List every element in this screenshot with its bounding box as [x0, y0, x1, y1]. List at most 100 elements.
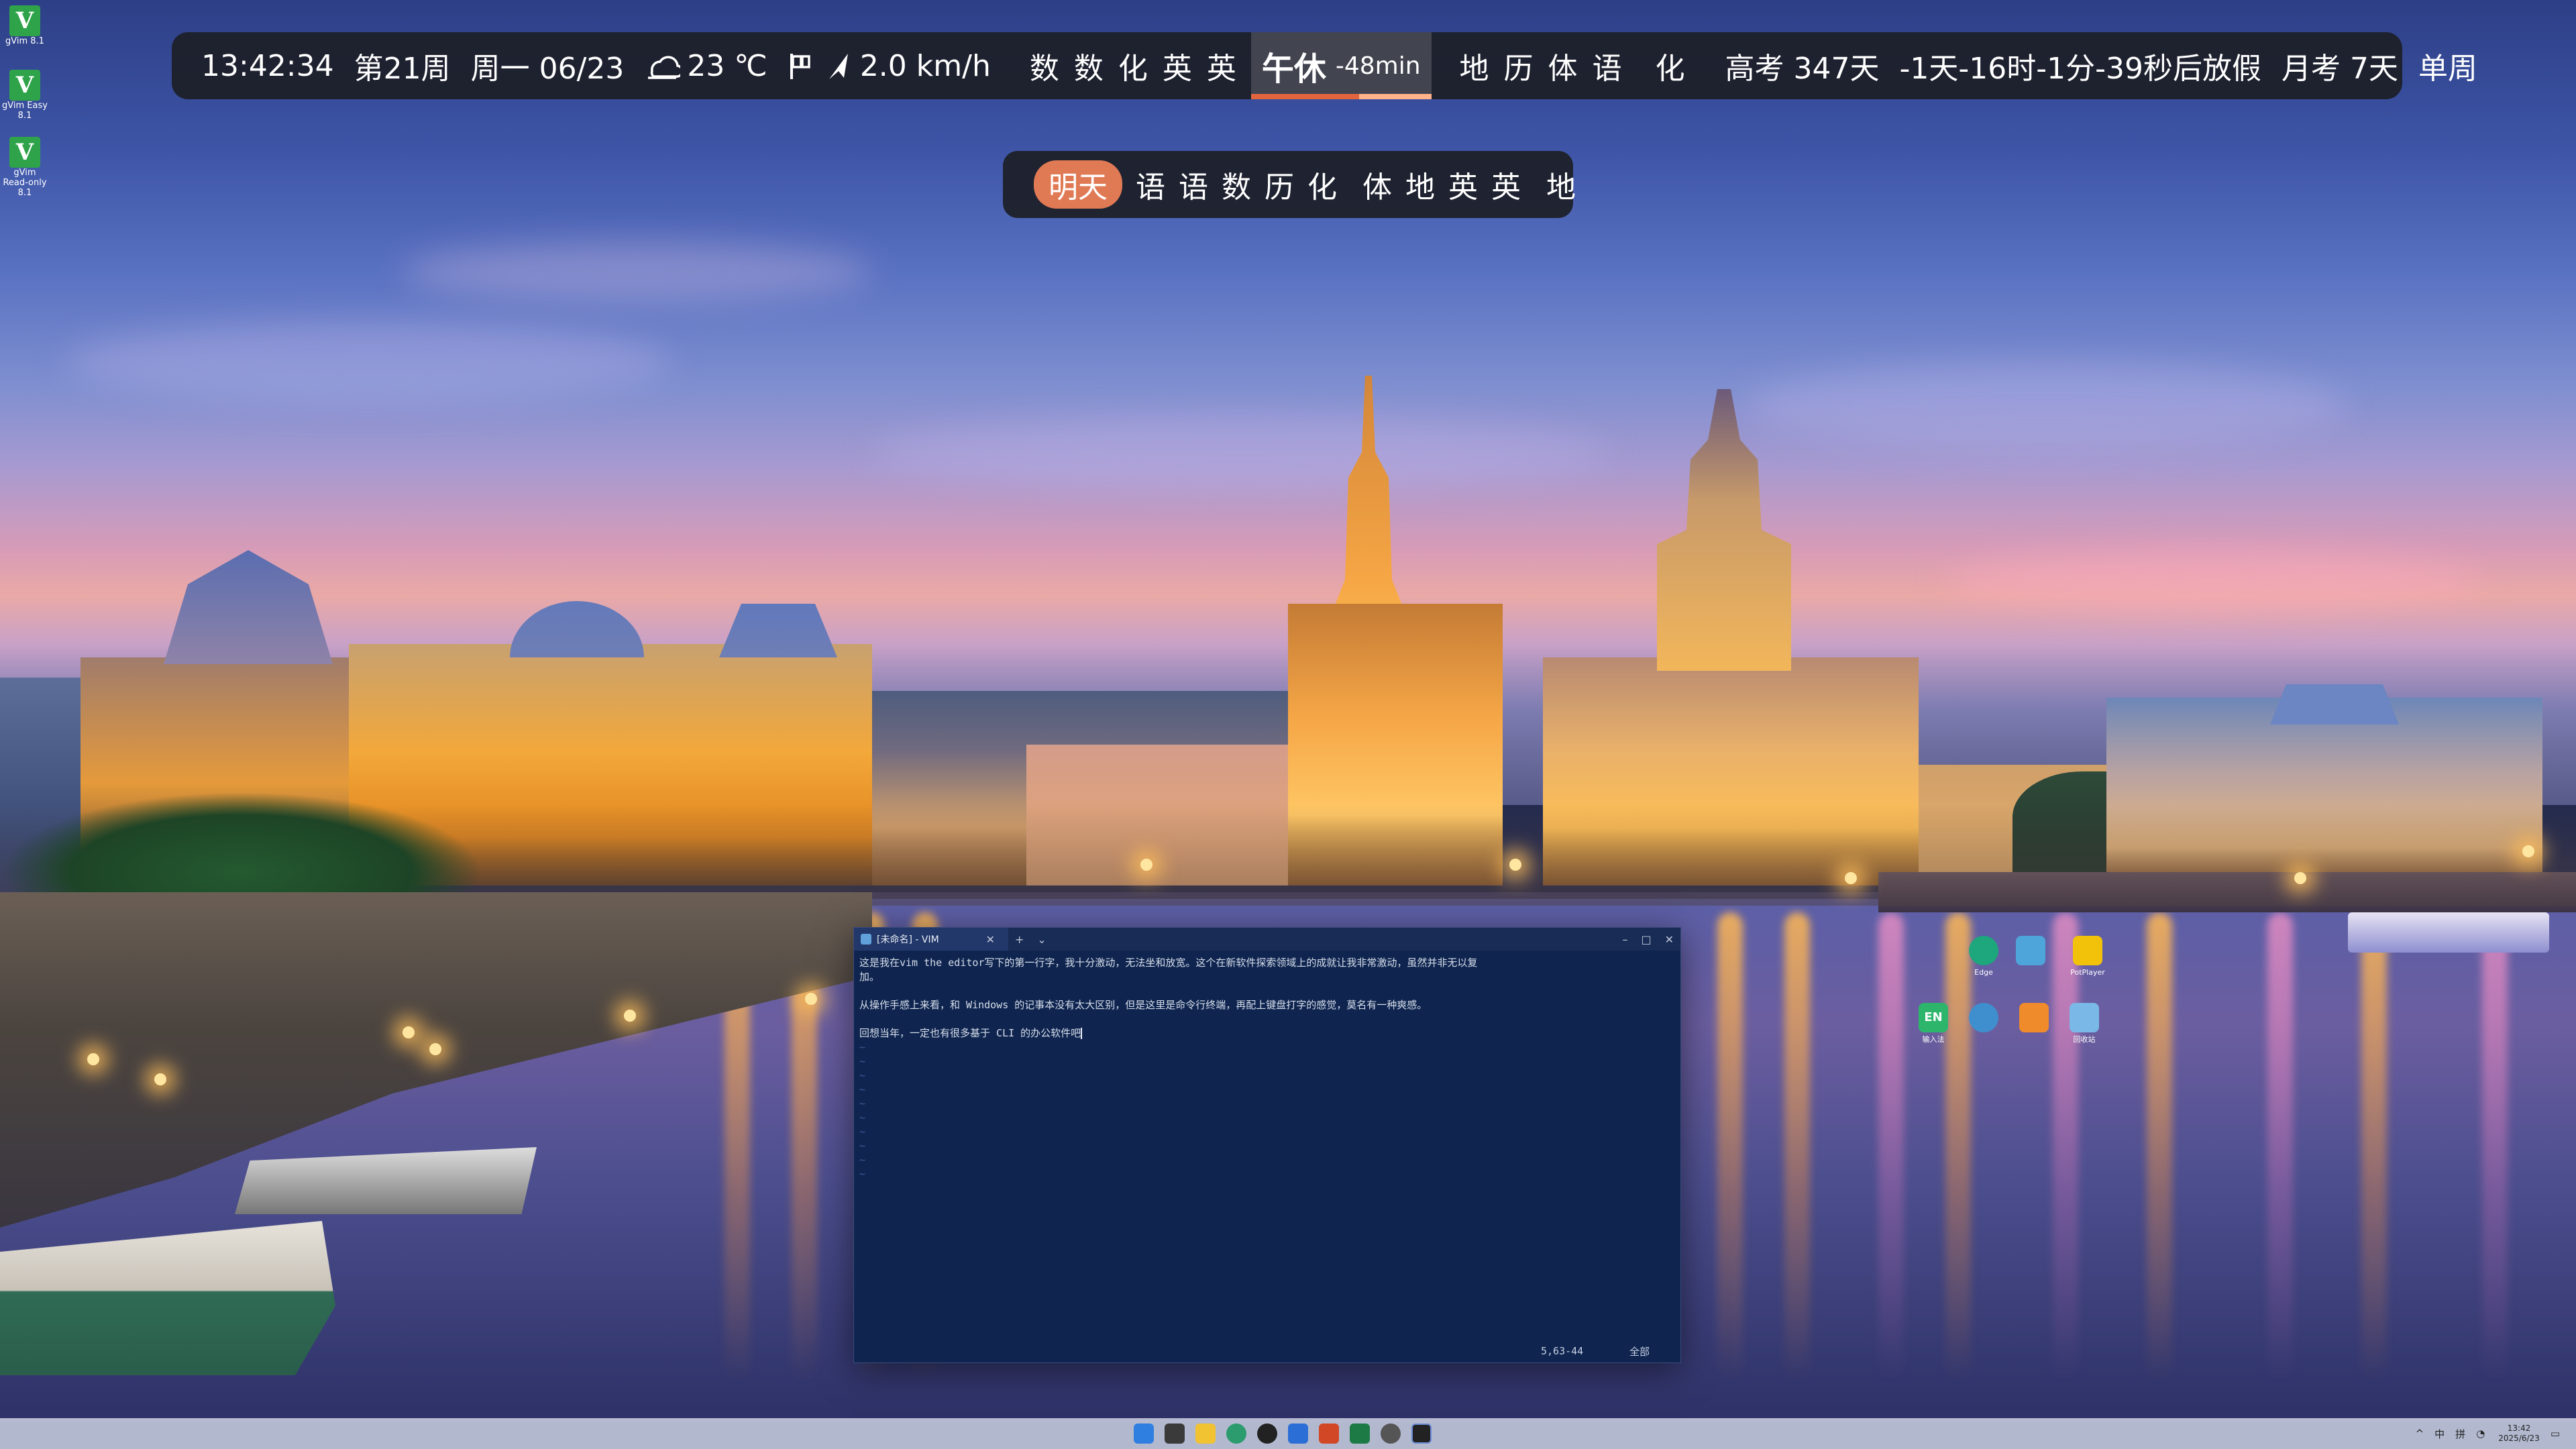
editor-line-text: 回想当年，一定也有很多基于 CLI 的办公软件吧 [859, 1027, 1081, 1039]
class-item: 语 [1179, 170, 1208, 205]
vim-tab[interactable]: [未命名] - VIM ✕ [854, 928, 1008, 951]
recycle-bin-icon [2070, 1003, 2099, 1032]
file-explorer-icon[interactable] [1195, 1424, 1216, 1444]
class-item: 化 [1655, 52, 1685, 86]
desktop-icon-gvim[interactable]: V gVim 8.1 [1, 5, 48, 46]
desktop-icon-gvim-easy[interactable]: V gVim Easy 8.1 [1, 70, 48, 121]
class-item: 语 [1592, 52, 1622, 86]
class-item: 英 [1448, 170, 1478, 205]
period-progress-fill [1250, 94, 1360, 99]
class-item: 英 [1162, 52, 1192, 86]
water-reflection [2053, 912, 2078, 1382]
current-period-remaining: -48min [1335, 52, 1421, 80]
vim-tab-title: [未命名] - VIM [877, 934, 939, 945]
street-lamp [1845, 872, 1857, 884]
start-icon[interactable] [1134, 1424, 1154, 1444]
close-window-icon[interactable]: ✕ [1665, 933, 1674, 946]
class-item: 语 [1136, 170, 1165, 205]
tilde-marker: ~ [859, 1168, 866, 1180]
vim-titlebar[interactable]: [未命名] - VIM ✕ + ⌄ – □ ✕ [854, 928, 1680, 951]
wind: 2.0 km/h [788, 49, 991, 83]
class-item: 数 [1073, 52, 1104, 86]
class-item: 英 [1206, 52, 1236, 86]
chevron-down-icon[interactable]: ⌄ [1037, 933, 1046, 946]
desktop-icon-potplayer[interactable]: PotPlayer [2066, 936, 2109, 977]
taskbar: ^ 中 拼 ◔ 13:42 2025/6/23 ▭ [0, 1418, 2576, 1449]
street-lamp [624, 1010, 636, 1022]
street-lamp [2294, 872, 2306, 884]
terminal-icon [861, 934, 871, 945]
week-number: 第21周 [354, 52, 451, 86]
scroll-percentage: 全部 [1629, 1345, 1650, 1358]
ime-pinyin[interactable]: 拼 [2455, 1427, 2465, 1441]
window-icon [2016, 936, 2045, 965]
close-tab-icon[interactable]: ✕ [986, 933, 995, 946]
wallpaper-cloud [1744, 362, 2348, 449]
street-lamp [805, 993, 817, 1005]
class-schedule-bar: 13:42:34 第21周 周一 06/23 23 ℃ 2.0 km/h 数 数… [172, 32, 2477, 99]
class-item: 化 [1118, 52, 1148, 86]
morning-classes: 数 数 化 英 英 [1030, 44, 1251, 87]
desktop-icon-app[interactable] [1962, 1003, 2005, 1035]
wind-speed: 2.0 km/h [859, 48, 991, 83]
tilde-marker: ~ [859, 1055, 866, 1067]
wallpaper-cloud [67, 322, 671, 402]
trees [0, 792, 483, 892]
media-player-icon[interactable] [1257, 1424, 1277, 1444]
tray-overflow-icon[interactable]: ^ [2416, 1428, 2424, 1440]
monthly-exam-countdown: 月考 7天 [2281, 52, 2398, 86]
wallpaper-cloud [1945, 550, 2482, 610]
class-item: 地 [1405, 170, 1435, 205]
desktop-icon-input[interactable]: EN 输入法 [1912, 1003, 1955, 1044]
street-lamp [1140, 859, 1152, 871]
vim-statusline: 5,63-44 全部 [854, 1340, 1680, 1362]
gvim-icon: V [9, 5, 40, 36]
wifi-icon[interactable]: ◔ [2476, 1428, 2485, 1440]
notification-icon[interactable]: ▭ [2551, 1428, 2560, 1440]
edge-icon [1969, 936, 1998, 965]
water-reflection [2361, 912, 2387, 1382]
text-cursor [1081, 1028, 1083, 1039]
desktop-icon-app[interactable] [2012, 1003, 2055, 1035]
tilde-marker: ~ [859, 1083, 866, 1095]
wallpaper-cloud [872, 416, 1610, 490]
desktop-icon-window[interactable] [2009, 936, 2052, 968]
vim-window[interactable]: [未命名] - VIM ✕ + ⌄ – □ ✕ 这是我在vim the edit… [853, 927, 1681, 1363]
wind-flag-icon [790, 54, 810, 79]
en-icon: EN [1919, 1003, 1948, 1032]
clock-app-icon[interactable] [1381, 1424, 1401, 1444]
class-item: 地 [1459, 52, 1489, 86]
ime-mode[interactable]: 中 [2434, 1427, 2445, 1441]
powerpoint-icon[interactable] [1319, 1424, 1339, 1444]
empty-line-markers: ~ ~ ~ ~ ~ ~ ~ ~ ~ ~ [859, 1040, 1675, 1181]
maximize-icon[interactable]: □ [1641, 933, 1651, 946]
week-type: 单周 [2418, 52, 2477, 86]
desktop-icon-recycle-bin[interactable]: 回收站 [2063, 1003, 2106, 1044]
tomorrow-badge: 明天 [1034, 160, 1122, 209]
vim-editor-area[interactable]: 这是我在vim the editor写下的第一行字，我十分激动，无法坐和放宽。这… [854, 951, 1680, 1340]
new-tab-icon[interactable]: + [1015, 933, 1024, 946]
afternoon-classes: 地 历 体 语 [1460, 44, 1637, 87]
edge-taskbar-icon[interactable] [1226, 1424, 1246, 1444]
street-lamp [2522, 845, 2534, 857]
tilde-marker: ~ [859, 1140, 866, 1152]
excel-icon[interactable] [1350, 1424, 1370, 1444]
water-reflection [1784, 912, 1810, 1382]
desktop-icon-edge[interactable]: Edge [1962, 936, 2005, 977]
word-icon[interactable] [1288, 1424, 1308, 1444]
class-item: 数 [1222, 170, 1251, 205]
task-view-icon[interactable] [1165, 1424, 1185, 1444]
tilde-marker: ~ [859, 1126, 866, 1138]
potplayer-icon [2073, 936, 2102, 965]
cursor-position: 5,63-44 [1541, 1345, 1584, 1357]
desktop-icon-gvim-readonly[interactable]: V gVim Read-only 8.1 [1, 137, 48, 198]
minimize-icon[interactable]: – [1622, 933, 1627, 946]
weather: 23 ℃ [644, 49, 767, 83]
street-lamp [87, 1053, 99, 1065]
terminal-taskbar-icon[interactable] [1411, 1424, 1432, 1444]
taskbar-clock[interactable]: 13:42 2025/6/23 [2498, 1424, 2540, 1444]
class-item: 历 [1265, 170, 1294, 205]
water-reflection [2267, 912, 2293, 1382]
